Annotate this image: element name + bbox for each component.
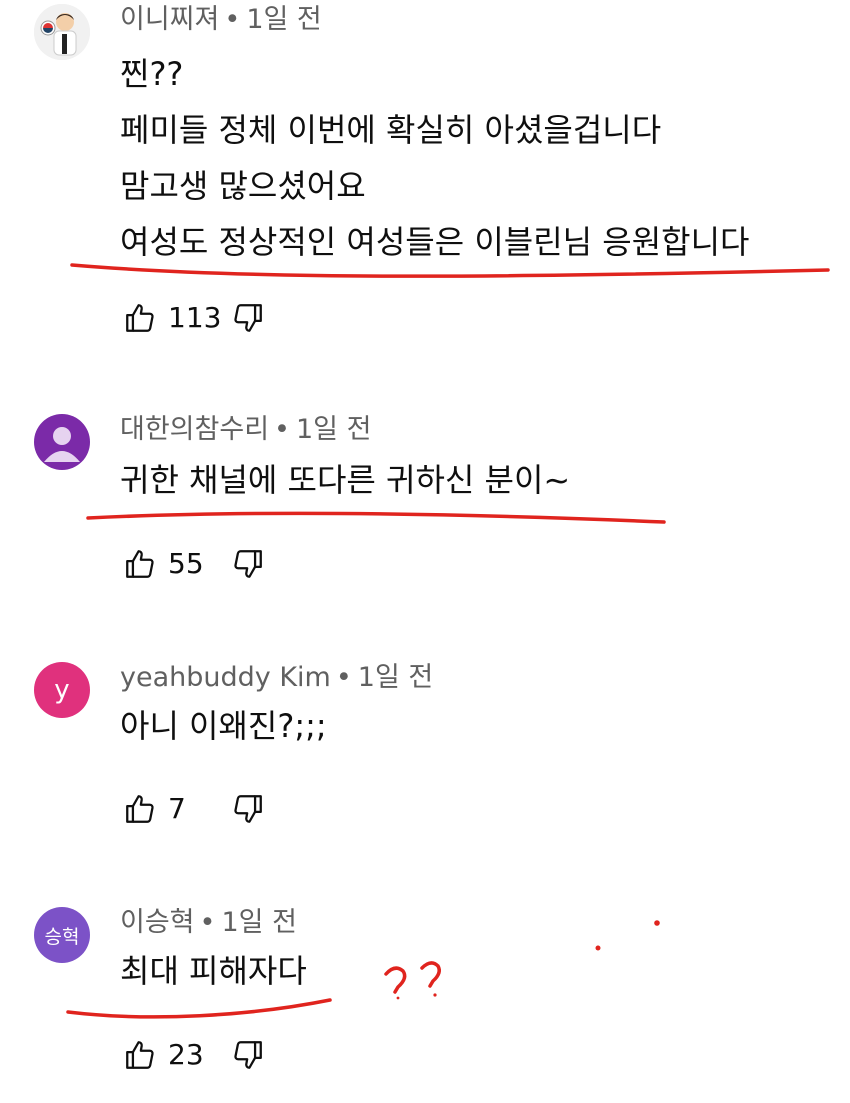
comment-line: 귀한 채널에 또다른 귀하신 분이~ — [120, 461, 571, 499]
child-photo-icon — [34, 4, 90, 60]
thumbs-up-icon — [126, 795, 154, 823]
dislike-button[interactable] — [228, 1035, 268, 1075]
thumbs-down-icon — [234, 304, 262, 332]
author-name[interactable]: 이니찌져 — [120, 4, 219, 35]
comment-line: 페미들 정체 이번에 확실히 아셨을겁니다 — [120, 111, 662, 149]
like-button[interactable] — [120, 789, 160, 829]
comment-line: 맘고생 많으셨어요 — [120, 167, 366, 205]
comment-meta: yeahbuddy Kim • 1일 전 — [120, 660, 433, 696]
default-person-icon — [44, 427, 80, 462]
comment-line: 최대 피해자다 — [120, 952, 307, 990]
comment-meta: 이니찌져 • 1일 전 — [120, 2, 322, 38]
red-dot — [396, 996, 400, 1000]
underline-mark — [86, 511, 666, 524]
dislike-button[interactable] — [228, 544, 268, 584]
meta-separator: • — [224, 4, 241, 35]
comment-text: 귀한 채널에 또다른 귀하신 분이~ — [120, 452, 570, 508]
red-dot — [433, 993, 437, 997]
dislike-button[interactable] — [228, 789, 268, 829]
author-name[interactable]: yeahbuddy Kim — [120, 662, 331, 693]
author-name[interactable]: 대한의참수리 — [120, 414, 269, 445]
comment-line: 여성도 정상적인 여성들은 이블린님 응원합니다 — [120, 223, 750, 261]
comment-time: 1일 전 — [246, 4, 322, 35]
avatar-initial: 승혁 — [44, 925, 80, 948]
comment-text: 찐?? 페미들 정체 이번에 확실히 아셨을겁니다 맘고생 많으셨어요 여성도 … — [120, 46, 750, 270]
red-dot — [595, 945, 601, 951]
thumbs-up-icon — [126, 550, 154, 578]
comment-time: 1일 전 — [295, 414, 372, 445]
comment-meta: 이승혁 • 1일 전 — [120, 905, 297, 941]
comment-line: 찐?? — [120, 55, 184, 93]
comment-actions: 55 — [120, 544, 268, 584]
thumbs-down-icon — [234, 550, 262, 578]
underline-mark — [66, 998, 332, 1019]
like-button[interactable] — [120, 1035, 160, 1075]
comment-actions: 113 — [120, 298, 268, 338]
author-name[interactable]: 이승혁 — [120, 907, 195, 938]
meta-separator: • — [335, 662, 352, 693]
comment-line: 아니 이왜진?;;; — [120, 707, 327, 745]
comment-text: 아니 이왜진?;;; — [120, 698, 327, 754]
comment-actions: 23 — [120, 1035, 268, 1075]
comment-time: 1일 전 — [357, 662, 434, 693]
like-count: 55 — [168, 547, 204, 580]
like-count: 113 — [168, 301, 222, 334]
meta-separator: • — [274, 414, 290, 445]
like-count: 23 — [168, 1038, 204, 1071]
meta-separator: • — [199, 907, 216, 938]
question-mark-scribble — [384, 966, 407, 994]
dislike-button[interactable] — [228, 298, 268, 338]
avatar[interactable]: y — [34, 662, 90, 718]
comment-text: 최대 피해자다 — [120, 943, 307, 999]
like-count: 7 — [168, 792, 186, 825]
avatar-initial: y — [54, 675, 70, 705]
like-button[interactable] — [120, 298, 160, 338]
comment-meta: 대한의참수리 • 1일 전 — [120, 412, 371, 448]
thumbs-up-icon — [126, 304, 154, 332]
avatar[interactable]: 승혁 — [34, 907, 90, 963]
question-mark-scribble — [420, 961, 441, 988]
thumbs-up-icon — [126, 1041, 154, 1069]
thumbs-down-icon — [234, 795, 262, 823]
thumbs-down-icon — [234, 1041, 262, 1069]
avatar[interactable] — [34, 4, 90, 60]
comment-time: 1일 전 — [221, 907, 297, 938]
red-dot — [654, 920, 660, 926]
avatar[interactable] — [34, 414, 90, 470]
like-button[interactable] — [120, 544, 160, 584]
comment-actions: 7 — [120, 789, 268, 829]
